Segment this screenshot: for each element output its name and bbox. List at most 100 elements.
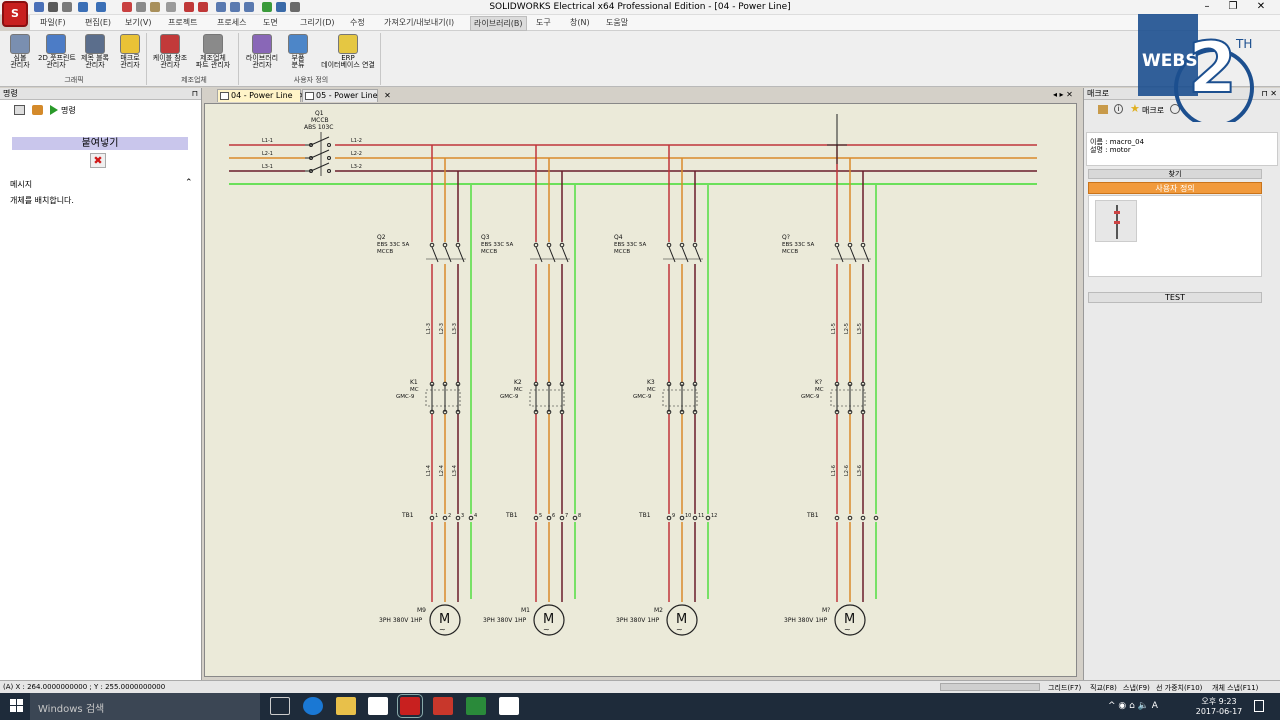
wire-number: L3-3	[452, 323, 458, 334]
symbol-manager-icon	[10, 34, 30, 54]
category-user-defined[interactable]: 사용자 정의	[1088, 182, 1262, 194]
ribbon-button-6[interactable]: 제조업체 파트 관리자	[195, 34, 231, 69]
menu-item-2[interactable]: 편집(E)	[85, 17, 111, 28]
tb-terminal	[455, 515, 461, 521]
info-icon[interactable]: i	[1114, 104, 1123, 114]
maximize-button[interactable]: ❐	[1222, 1, 1244, 13]
menu-item-10[interactable]: 라이브러리(B)	[470, 16, 527, 31]
doc-icon[interactable]	[14, 105, 25, 115]
grid-icon[interactable]	[276, 2, 286, 12]
store-icon[interactable]	[368, 697, 388, 715]
tb-terminal	[666, 515, 672, 521]
tab-nav[interactable]: ◂ ▸ ✕	[1053, 90, 1073, 99]
zoom-icon[interactable]	[216, 2, 226, 12]
test-group[interactable]: TEST	[1088, 292, 1262, 303]
play-icon[interactable]	[50, 105, 58, 115]
arrow-right-icon[interactable]	[198, 2, 208, 12]
message-text: 개체를 배치합니다.	[10, 196, 74, 205]
powerpoint-icon[interactable]	[433, 697, 453, 715]
terminal-number: 9	[672, 513, 675, 519]
close-button[interactable]: ✕	[1250, 1, 1272, 13]
save-icon[interactable]	[48, 2, 58, 12]
pan-icon[interactable]	[244, 2, 254, 12]
menu-item-6[interactable]: 도면	[263, 17, 278, 28]
menu-item-13[interactable]: 도움말	[606, 17, 628, 28]
print-icon[interactable]	[62, 2, 72, 12]
menu-item-9[interactable]: 가져오기/내보내기(I)	[384, 17, 454, 28]
menu-item-12[interactable]: 창(N)	[570, 17, 590, 28]
copy-icon[interactable]	[136, 2, 146, 12]
macro-thumbnail[interactable]	[1095, 200, 1137, 242]
settings-icon[interactable]	[290, 2, 300, 12]
menu-item-11[interactable]: 도구	[536, 17, 551, 28]
task-view-icon[interactable]	[270, 697, 290, 715]
ribbon-button-label: 심볼 관리자	[10, 54, 30, 69]
ribbon-button-4[interactable]: 매크로 관리자	[112, 34, 148, 69]
ribbon-button-8[interactable]: 부품 분류	[280, 34, 316, 69]
solidworks-electrical-taskbar-icon[interactable]	[397, 694, 423, 718]
edge-icon[interactable]	[303, 697, 323, 715]
toggle-grid[interactable]: 그리드(F7)	[1048, 683, 1081, 693]
ribbon-button-9[interactable]: ERP 데이터베이스 연결	[318, 34, 378, 69]
new-file-icon[interactable]	[34, 2, 44, 12]
refresh-icon[interactable]	[262, 2, 272, 12]
motor-ac-symbol: ~	[439, 625, 446, 634]
system-tray-icons[interactable]: ^ ◉ ⌂ 🔈 A	[1108, 701, 1158, 711]
collapse-icon[interactable]: ⌃	[185, 178, 193, 188]
ribbon-button-3[interactable]: 제목 블록 관리자	[77, 34, 113, 69]
app-logo-icon[interactable]: S	[2, 1, 28, 27]
breaker-pin	[327, 169, 331, 173]
toggle-object-snap[interactable]: 개체 스냅(F11)	[1212, 683, 1258, 693]
paste-icon[interactable]	[150, 2, 160, 12]
ribbon-button-1[interactable]: 심볼 관리자	[2, 34, 38, 69]
windows-search-box[interactable]: Windows 검색	[30, 693, 260, 720]
minimize-button[interactable]: –	[1196, 1, 1218, 13]
pin-icon[interactable]: ⊓	[192, 88, 198, 100]
command-panel: 명령 ⊓ 명령 붙여넣기 ✖ 메시지 ⌃ 개체를 배치합니다.	[0, 88, 202, 680]
camtasia-icon[interactable]	[466, 697, 486, 715]
ribbon-button-7[interactable]: 라이브러리 관리자	[244, 34, 280, 69]
tab-close-icon[interactable]: ✕	[384, 91, 391, 100]
breaker-ref: Q4	[614, 234, 623, 241]
menu-item-5[interactable]: 프로세스	[217, 17, 246, 28]
menu-item-4[interactable]: 프로젝트	[168, 17, 197, 28]
taskbar-date: 2017-06-17	[1195, 707, 1243, 716]
ribbon-button-2[interactable]: 2D 풋프린트 관리자	[38, 34, 76, 69]
app-icon[interactable]	[499, 697, 519, 715]
cut-icon[interactable]	[122, 2, 132, 12]
windows-start-icon[interactable]	[10, 699, 24, 713]
drawing-canvas[interactable]: L1-1 L1-2 L2-1 L2-2 L3-1 L3-2 Q1 MCCB ABS 103C Q2…	[204, 103, 1077, 677]
wire-number: L3-6	[857, 465, 863, 476]
search-header[interactable]: 찾기	[1088, 169, 1262, 179]
pin-icon[interactable]: ⊓ ✕	[1262, 88, 1278, 100]
tab-05-power-line[interactable]: 05 - Power Line ✕	[302, 89, 391, 102]
arrow-icon[interactable]	[184, 2, 194, 12]
breaker-blade	[849, 246, 857, 263]
menu-item-3[interactable]: 보기(V)	[125, 17, 151, 28]
cancel-button[interactable]: ✖	[90, 153, 106, 168]
zoom-out-icon[interactable]	[230, 2, 240, 12]
schematic-drawing[interactable]: L1-1 L1-2L2-1 L2-2L3-1 L3-2Q1MCCBABS 103CQ2…	[205, 104, 1078, 678]
toggle-line-weight[interactable]: 선 가중치(F10)	[1156, 683, 1202, 693]
page-icon[interactable]	[166, 2, 176, 12]
toggle-snap[interactable]: 스냅(F9)	[1123, 683, 1150, 693]
redo-icon[interactable]	[96, 2, 106, 12]
menu-item-8[interactable]: 수정	[350, 17, 365, 28]
breaker-rating: EBS 33C 5A	[782, 242, 814, 248]
file-explorer-icon[interactable]	[336, 697, 356, 715]
terminal-block-label: TB1	[806, 512, 819, 519]
toggle-ortho[interactable]: 직교(F8)	[1090, 683, 1117, 693]
tab-04-power-line[interactable]: 04 - Power Line ✕	[217, 89, 306, 102]
menu-item-1[interactable]: 파일(F)	[40, 17, 66, 28]
horizontal-scrollbar[interactable]	[940, 683, 1040, 691]
notification-icon[interactable]	[1254, 700, 1264, 712]
cube-icon[interactable]	[32, 105, 43, 115]
command-panel-title-label: 명령	[3, 89, 18, 98]
menu-item-7[interactable]: 그리기(D)	[300, 17, 334, 28]
tb-terminal	[705, 515, 711, 521]
breaker-blade	[310, 136, 330, 146]
ribbon-button-5[interactable]: 케이블 참조 관리자	[152, 34, 188, 69]
motor-rating: 3PH 380V 1HP	[784, 617, 828, 624]
home-icon[interactable]	[1098, 105, 1108, 114]
undo-icon[interactable]	[78, 2, 88, 12]
